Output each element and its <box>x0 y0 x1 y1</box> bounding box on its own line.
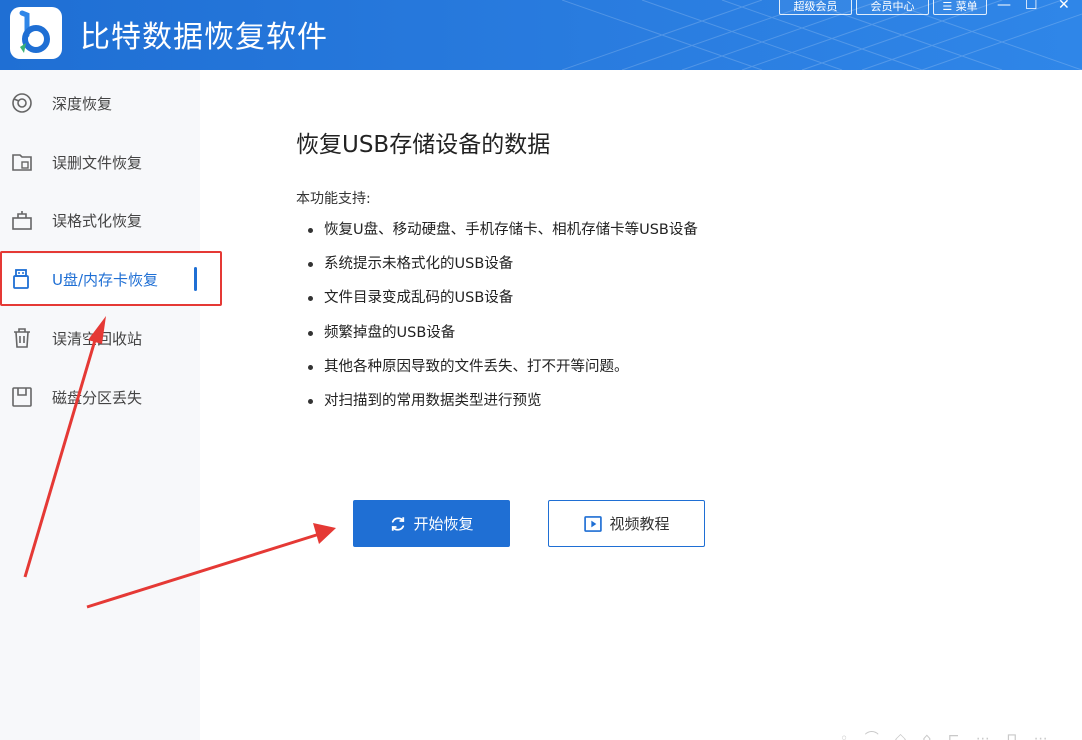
refresh-icon <box>392 516 405 531</box>
sidebar-item-label: 误格式化恢复 <box>52 212 143 230</box>
sidebar: 深度恢复 误删文件恢复 误格式化恢复 U盘/内存卡恢复 误清空回收站 磁盘分区丢… <box>0 70 200 740</box>
video-tutorial-button[interactable]: 视频教程 <box>548 500 705 547</box>
page-title: 恢复USB存储设备的数据 <box>296 132 551 158</box>
app-logo <box>10 7 62 59</box>
maximize-button[interactable]: ☐ <box>1025 0 1038 13</box>
sidebar-item-deep-recovery[interactable]: 深度恢复 <box>0 78 200 128</box>
feature-list: 恢复U盘、移动硬盘、手机存储卡、相机存储卡等USB设备 系统提示未格式化的USB… <box>306 220 698 425</box>
disk-partition-icon <box>12 387 32 407</box>
list-item: 文件目录变成乱码的USB设备 <box>306 288 698 322</box>
start-recovery-button[interactable]: 开始恢复 <box>353 500 510 547</box>
vip-center-button[interactable]: 会员中心 <box>856 0 929 15</box>
list-item: 频繁掉盘的USB设备 <box>306 323 698 357</box>
start-recovery-label: 开始恢复 <box>413 515 474 533</box>
sidebar-item-deleted-files[interactable]: 误删文件恢复 <box>0 137 200 187</box>
list-item: 其他各种原因导致的文件丢失、打不开等问题。 <box>306 357 698 391</box>
video-play-icon <box>584 515 603 532</box>
sidebar-item-format-recovery[interactable]: 误格式化恢复 <box>0 195 200 245</box>
sidebar-item-partition-lost[interactable]: 磁盘分区丢失 <box>0 372 200 422</box>
format-icon <box>12 211 32 230</box>
sidebar-item-label: 误删文件恢复 <box>52 154 143 172</box>
deleted-file-icon <box>12 154 32 171</box>
menu-button[interactable]: ☰ 菜单 <box>933 0 987 15</box>
sidebar-item-label: 深度恢复 <box>52 95 113 113</box>
list-item: 对扫描到的常用数据类型进行预览 <box>306 391 698 425</box>
hamburger-icon: ☰ <box>942 0 953 13</box>
deep-scan-icon <box>12 93 32 113</box>
list-item: 恢复U盘、移动硬盘、手机存储卡、相机存储卡等USB设备 <box>306 220 698 254</box>
support-label: 本功能支持: <box>296 191 371 207</box>
recycle-bin-icon <box>14 328 30 348</box>
annotation-highlight-box <box>0 251 222 306</box>
minimize-button[interactable]: — <box>997 0 1011 13</box>
watermark: ◦ ⌒ ◇ ⌂ ⊏ ⋯ ⊓ ⋯ <box>840 731 1054 740</box>
video-tutorial-label: 视频教程 <box>609 515 670 533</box>
app-title: 比特数据恢复软件 <box>80 20 328 55</box>
title-bar: 比特数据恢复软件 超级会员 会员中心 ☰ 菜单 — ☐ ✕ <box>0 0 1082 70</box>
super-vip-button[interactable]: 超级会员 <box>779 0 852 15</box>
sidebar-item-recycle-bin[interactable]: 误清空回收站 <box>0 313 200 363</box>
list-item: 系统提示未格式化的USB设备 <box>306 254 698 288</box>
close-button[interactable]: ✕ <box>1058 0 1070 13</box>
logo-b-icon <box>19 10 50 53</box>
sidebar-item-label: 磁盘分区丢失 <box>52 389 143 407</box>
menu-button-label: 菜单 <box>955 0 978 13</box>
sidebar-item-label: 误清空回收站 <box>52 330 143 348</box>
